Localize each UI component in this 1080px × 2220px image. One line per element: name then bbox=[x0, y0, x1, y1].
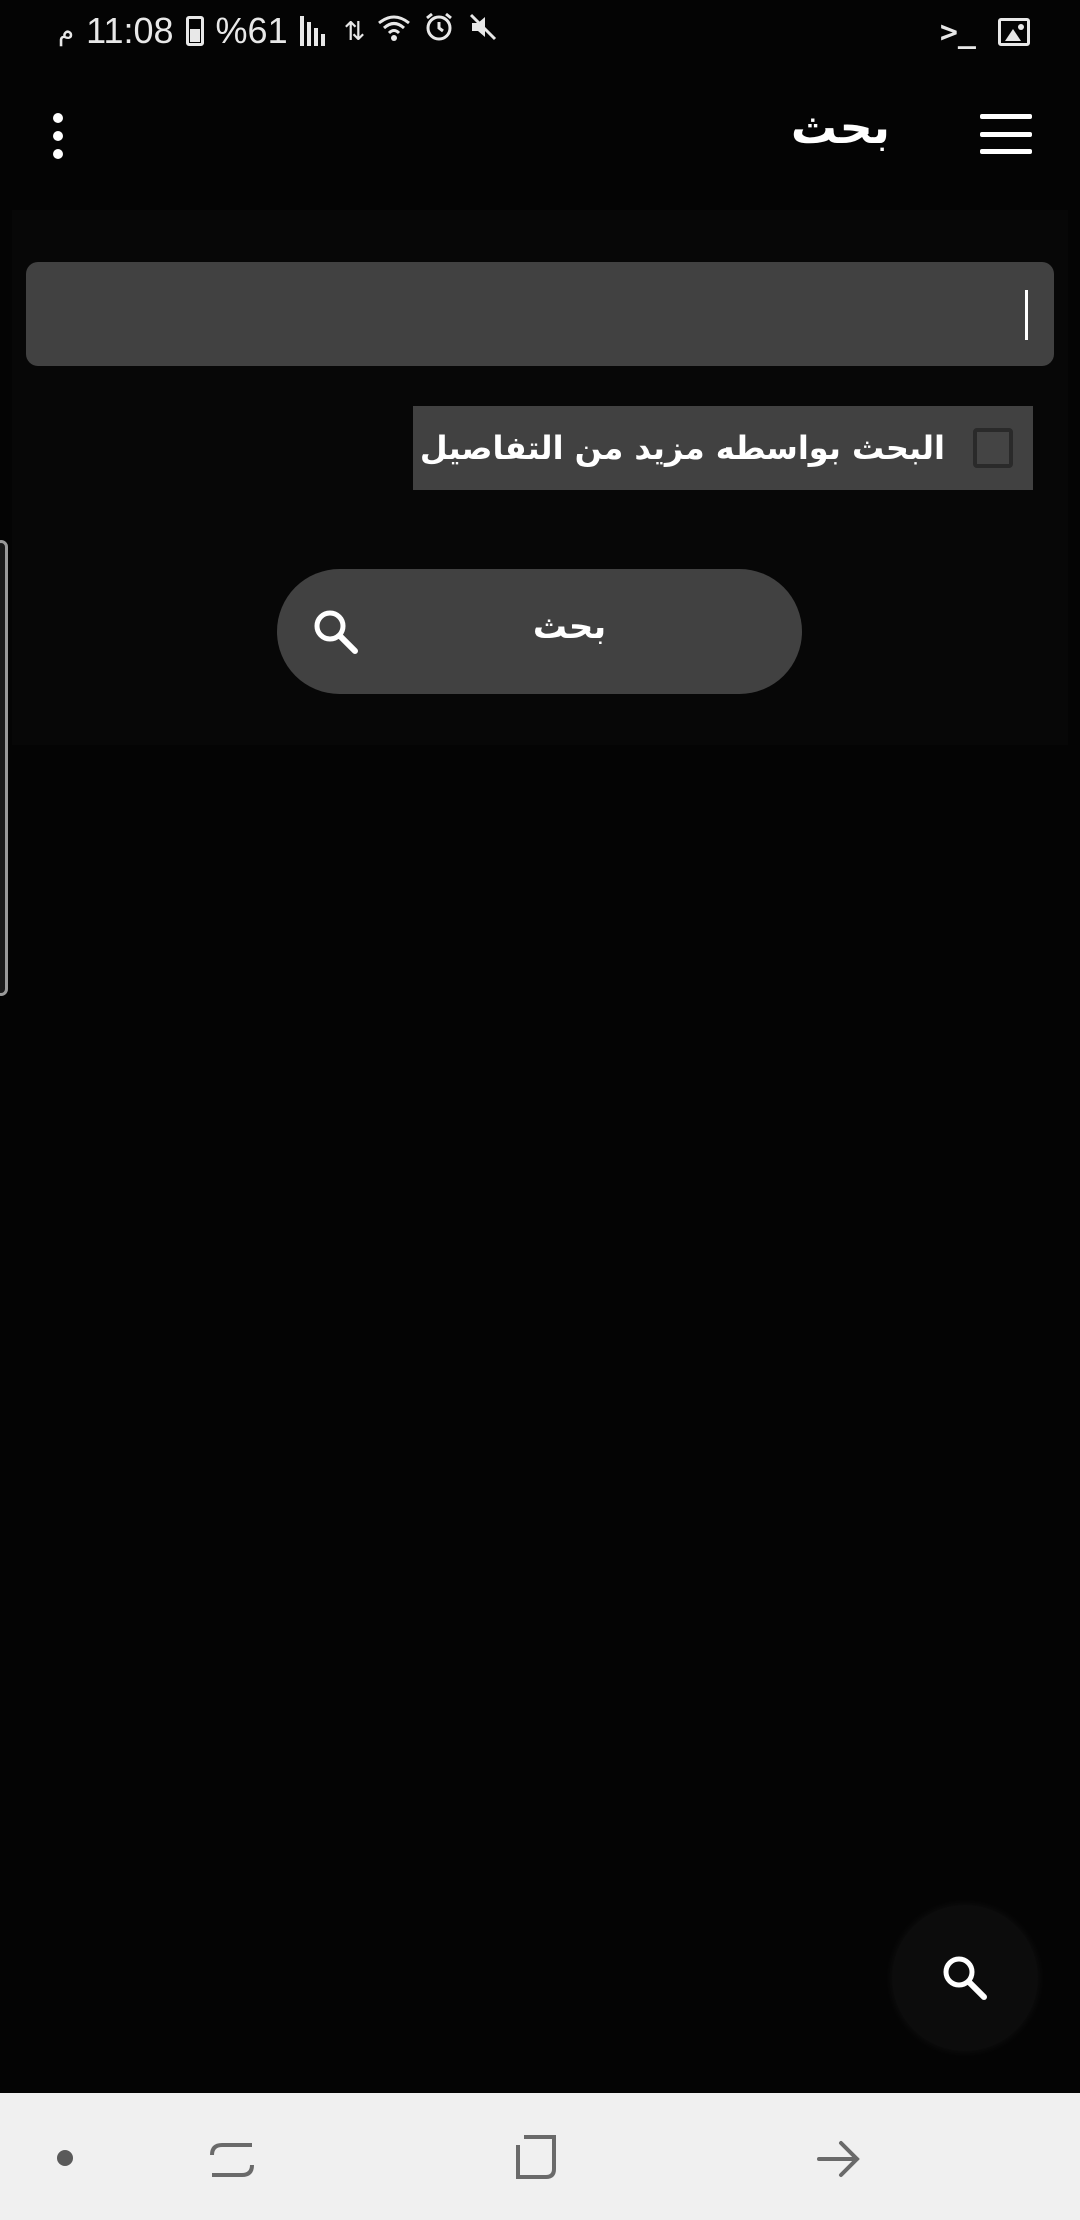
system-nav-bar bbox=[0, 2093, 1080, 2220]
page-title: بحث bbox=[790, 100, 890, 154]
terminal-icon: >_ bbox=[939, 14, 976, 50]
nav-dot-icon[interactable] bbox=[57, 2150, 73, 2166]
home-icon[interactable] bbox=[512, 2133, 560, 2185]
search-fab[interactable] bbox=[892, 1905, 1038, 2051]
wifi-icon bbox=[377, 13, 411, 50]
edge-panel-handle[interactable] bbox=[0, 540, 8, 996]
status-left-group: م 11:08 %61 ⇅ bbox=[58, 8, 499, 54]
status-right-group: >_ bbox=[940, 12, 1030, 52]
status-battery-percent: %61 bbox=[215, 10, 288, 51]
app-toolbar: بحث bbox=[0, 62, 1080, 210]
recent-apps-icon[interactable] bbox=[208, 2135, 256, 2187]
detailed-search-checkbox-row[interactable]: البحث بواسطه مزيد من التفاصيل bbox=[413, 406, 1033, 490]
image-notification-icon bbox=[998, 18, 1030, 46]
text-cursor bbox=[1025, 290, 1028, 340]
search-icon bbox=[940, 1953, 990, 2007]
status-ampm: م bbox=[58, 15, 75, 46]
alarm-icon bbox=[423, 10, 455, 52]
mute-icon bbox=[467, 10, 499, 52]
detailed-search-label: البحث بواسطه مزيد من التفاصيل bbox=[419, 429, 945, 467]
more-vert-icon[interactable] bbox=[30, 104, 86, 168]
detailed-search-checkbox[interactable] bbox=[973, 428, 1013, 468]
cell-signal-icon bbox=[299, 16, 332, 46]
data-off-icon: ⇅ bbox=[343, 15, 366, 46]
search-button-label: بحث bbox=[532, 607, 607, 647]
status-time: 11:08 bbox=[86, 10, 174, 51]
search-button[interactable]: بحث bbox=[277, 569, 802, 694]
hamburger-menu-icon[interactable] bbox=[980, 114, 1032, 154]
back-icon[interactable] bbox=[815, 2137, 863, 2185]
status-bar: م 11:08 %61 ⇅ >_ bbox=[0, 0, 1080, 62]
search-input[interactable] bbox=[26, 262, 1054, 366]
battery-icon bbox=[185, 16, 204, 46]
